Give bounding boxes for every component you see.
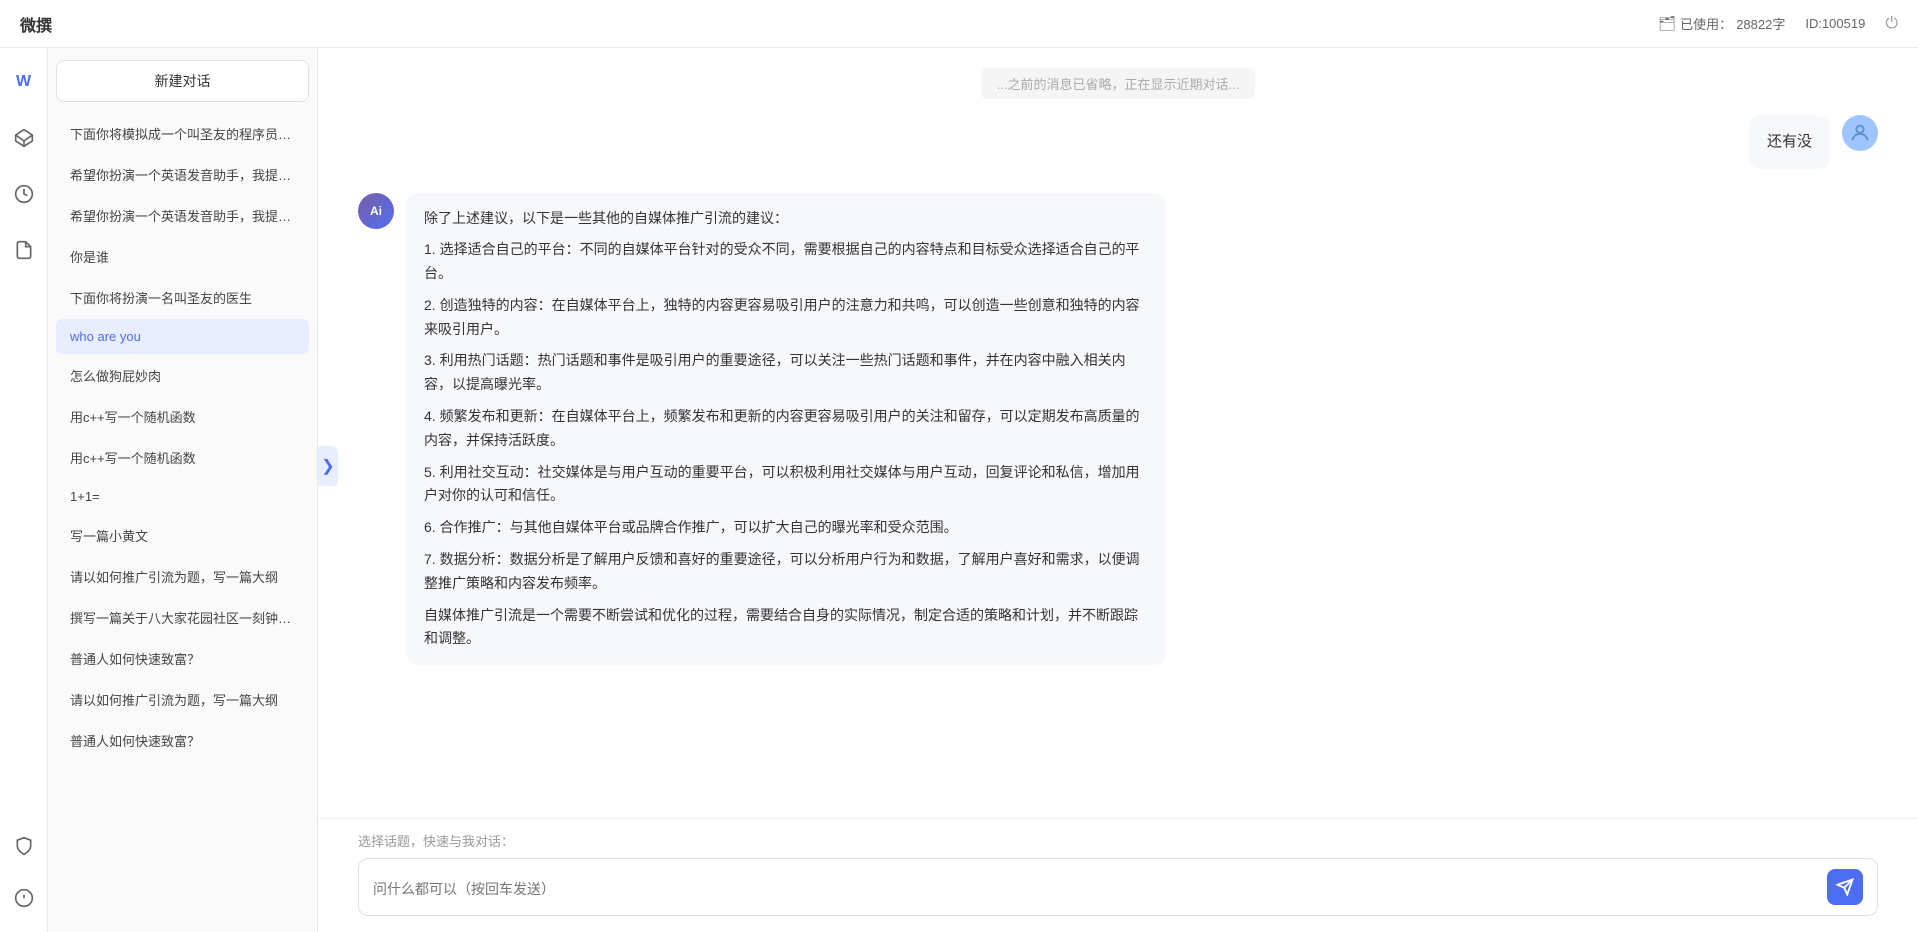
sidebar-item[interactable]: 怎么做狗屁妙肉 [56,356,309,395]
nav-home[interactable]: W [6,64,42,100]
sidebar-item[interactable]: 写一篇小黄文 [56,516,309,555]
avatar [1842,115,1878,151]
messages-container: 还有没 Ai 除了上述建议，以下是一些其他的自媒体推广引流的建议： 1. 选择适合自己… [358,115,1878,665]
avatar: Ai [358,193,394,229]
message-paragraph: 自媒体推广引流是一个需要不断尝试和优化的过程，需要结合自身的实际情况，制定合适的… [424,604,1148,652]
message-bubble: 除了上述建议，以下是一些其他的自媒体推广引流的建议： 1. 选择适合自己的平台：不… [406,193,1166,666]
input-wrapper [358,858,1878,916]
message-paragraph: 除了上述建议，以下是一些其他的自媒体推广引流的建议： [424,207,1148,231]
sidebar-item[interactable]: 请以如何推广引流为题，写一篇大纲 [56,557,309,596]
truncated-indicator: ...之前的消息已省略，正在显示近期对话... [981,68,1256,99]
chat-message: 还有没 [358,115,1878,169]
message-text: 还有没 [1767,133,1812,150]
message-paragraph: 3. 利用热门话题：热门话题和事件是吸引用户的重要途径，可以关注一些热门话题和事… [424,349,1148,397]
database-icon: 🗂 [1658,15,1676,32]
sidebar-item[interactable]: 希望你扮演一个英语发音助手，我提供给你... [56,155,309,194]
power-button[interactable]: ⏻ [1885,15,1898,33]
message-paragraph: 4. 频繁发布和更新：在自媒体平台上，频繁发布和更新的内容更容易吸引用户的关注和… [424,405,1148,453]
message-bubble: 还有没 [1749,115,1830,169]
sidebar-item[interactable]: 下面你将扮演一名叫圣友的医生 [56,278,309,317]
sidebar-item[interactable]: 普通人如何快速致富？ [56,639,309,678]
usage-count: 28822字 [1736,14,1785,33]
app-title: 微撰 [20,12,52,36]
message-paragraph: 2. 创造独特的内容：在自媒体平台上，独特的内容更容易吸引用户的注意力和共鸣，可… [424,294,1148,342]
nav-info[interactable] [6,880,42,916]
main-chat-area: ...之前的消息已省略，正在显示近期对话... 还有没 Ai 除了上述建议，以下是一… [318,48,1918,932]
message-paragraph: 1. 选择适合自己的平台：不同的自媒体平台针对的受众不同，需要根据自己的内容特点… [424,238,1148,286]
message-paragraph: 7. 数据分析：数据分析是了解用户反馈和喜好的重要途径，可以分析用户行为和数据，… [424,548,1148,596]
sidebar-item[interactable]: 撰写一篇关于八大家花园社区一刻钟便民生... [56,598,309,637]
sidebar-collapse-button[interactable]: ❯ [318,446,338,486]
sidebar-item[interactable]: 1+1= [56,479,309,514]
topbar: 微撰 🗂 已使用： 28822字 ID:100519 ⏻ [0,0,1918,48]
chat-input-area: 选择话题，快速与我对话： [318,818,1918,932]
sidebar-item[interactable]: 用c++写一个随机函数 [56,438,309,477]
sidebar-item[interactable]: 请以如何推广引流为题，写一篇大纲 [56,680,309,719]
message-paragraph: 5. 利用社交互动：社交媒体是与用户互动的重要平台，可以积极利用社交媒体与用户互… [424,461,1148,509]
icon-nav: W [0,48,48,932]
quick-select-label: 选择话题，快速与我对话： [358,831,1878,850]
sidebar: 新建对话 下面你将模拟成一个叫圣友的程序员，我说...希望你扮演一个英语发音助手… [48,48,318,932]
sidebar-item[interactable]: 普通人如何快速致富？ [56,721,309,760]
nav-clock[interactable] [6,176,42,212]
sidebar-item[interactable]: 下面你将模拟成一个叫圣友的程序员，我说... [56,114,309,153]
send-button[interactable] [1827,869,1863,905]
nav-doc[interactable] [6,232,42,268]
nav-box[interactable] [6,120,42,156]
new-conversation-button[interactable]: 新建对话 [56,60,309,102]
user-id: ID:100519 [1805,16,1865,31]
topbar-right: 🗂 已使用： 28822字 ID:100519 ⏻ [1658,14,1898,33]
usage-info: 🗂 已使用： 28822字 [1658,14,1785,33]
topbar-left: 微撰 [20,12,52,36]
sidebar-item[interactable]: 希望你扮演一个英语发音助手，我提供给你... [56,196,309,235]
message-paragraph: 6. 合作推广：与其他自媒体平台或品牌合作推广，可以扩大自己的曝光率和受众范围。 [424,516,1148,540]
sidebar-items-list: 下面你将模拟成一个叫圣友的程序员，我说...希望你扮演一个英语发音助手，我提供给… [56,114,309,760]
chat-input[interactable] [373,879,1817,895]
chat-messages: ...之前的消息已省略，正在显示近期对话... 还有没 Ai 除了上述建议，以下是一… [318,48,1918,818]
sidebar-item[interactable]: 用c++写一个随机函数 [56,397,309,436]
nav-shield[interactable] [6,828,42,864]
nav-bottom [6,828,42,916]
chat-message: Ai 除了上述建议，以下是一些其他的自媒体推广引流的建议： 1. 选择适合自己的平台… [358,193,1878,666]
usage-label: 已使用： [1680,14,1732,33]
sidebar-item[interactable]: who are you [56,319,309,354]
sidebar-item[interactable]: 你是谁 [56,237,309,276]
